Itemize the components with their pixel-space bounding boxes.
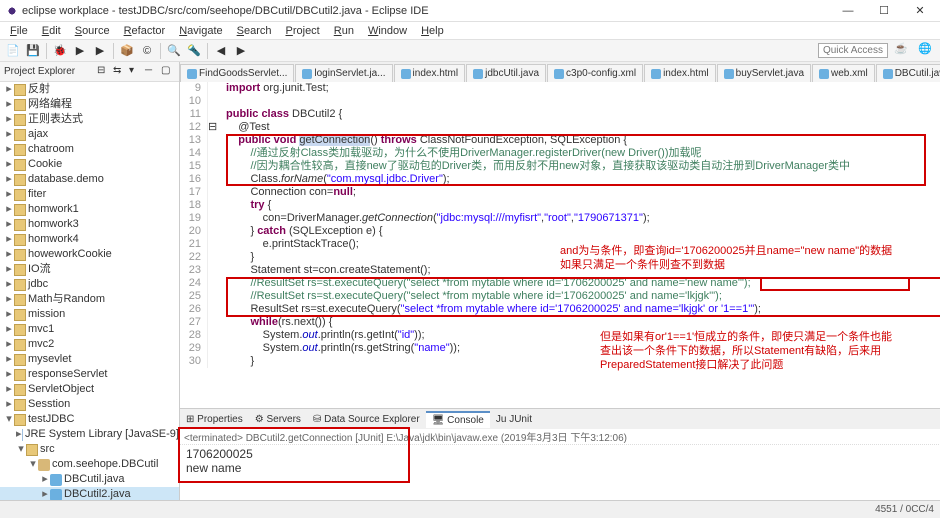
tree-item[interactable]: ▸homwork1 — [0, 202, 179, 217]
tree-item[interactable]: ▸Cookie — [0, 157, 179, 172]
new-class-icon[interactable]: © — [138, 42, 156, 60]
annotation-text-2: 但是如果有or'1==1'恒成立的条件，即使只满足一个条件也能 查出该一个条件下… — [600, 330, 892, 372]
open-type-icon[interactable]: 🔍 — [165, 42, 183, 60]
search-icon[interactable]: 🔦 — [185, 42, 203, 60]
bottom-tab-servers[interactable]: ⚙ Servers — [249, 412, 307, 427]
annotation-text-1: and为与条件，即查询id='1706200025并且name="new nam… — [560, 244, 892, 272]
new-icon[interactable]: 📄 — [4, 42, 22, 60]
tree-item[interactable]: ▾testJDBC — [0, 412, 179, 427]
editor-tab[interactable]: index.html — [644, 64, 716, 82]
tree-item[interactable]: ▸Math与Random — [0, 292, 179, 307]
link-editor-icon[interactable]: ⇆ — [113, 65, 127, 79]
maximize-button[interactable]: ☐ — [870, 2, 898, 20]
tree-item[interactable]: ▸mysevlet — [0, 352, 179, 367]
menu-refactor[interactable]: Refactor — [118, 24, 172, 38]
tree-item[interactable]: ▸jdbc — [0, 277, 179, 292]
save-icon[interactable]: 💾 — [24, 42, 42, 60]
tree-item[interactable]: ▸Sesstion — [0, 397, 179, 412]
tree-item[interactable]: ▸网络编程 — [0, 97, 179, 112]
editor-tab[interactable]: jdbcUtil.java — [466, 64, 546, 82]
tree-item[interactable]: ▸chatroom — [0, 142, 179, 157]
menu-run[interactable]: Run — [328, 24, 360, 38]
collapse-all-icon[interactable]: ⊟ — [97, 65, 111, 79]
tree-item[interactable]: ▸正则表达式 — [0, 112, 179, 127]
menu-window[interactable]: Window — [362, 24, 413, 38]
console-terminated-line: <terminated> DBCutil2.getConnection [JUn… — [180, 429, 940, 445]
tree-item[interactable]: ▸howeworkCookie — [0, 247, 179, 262]
menu-help[interactable]: Help — [415, 24, 450, 38]
run-icon[interactable]: ▶ — [71, 42, 89, 60]
console-output[interactable]: 1706200025 new name — [180, 445, 940, 500]
tree-item[interactable]: ▾com.seehope.DBCutil — [0, 457, 179, 472]
editor-tab[interactable]: FindGoodsServlet... — [180, 64, 294, 82]
menu-navigate[interactable]: Navigate — [173, 24, 228, 38]
window-title: eclipse workplace - testJDBC/src/com/see… — [22, 5, 834, 17]
menu-file[interactable]: File — [4, 24, 34, 38]
close-button[interactable]: ✕ — [906, 2, 934, 20]
bottom-tabs: ⊞ Properties⚙ Servers⛁ Data Source Explo… — [180, 409, 940, 429]
quick-access-input[interactable]: Quick Access — [818, 43, 888, 58]
tree-item[interactable]: ▸JRE System Library [JavaSE-9] — [0, 427, 179, 442]
tree-item[interactable]: ▸homwork4 — [0, 232, 179, 247]
console-line-1: 1706200025 — [186, 447, 940, 461]
minimize-button[interactable]: — — [834, 2, 862, 20]
tree-item[interactable]: ▸ajax — [0, 127, 179, 142]
menubar: FileEditSourceRefactorNavigateSearchProj… — [0, 22, 940, 40]
tree-item[interactable]: ▸IO流 — [0, 262, 179, 277]
eclipse-icon — [6, 5, 18, 17]
run-last-icon[interactable]: ▶ — [91, 42, 109, 60]
perspective-jee-icon[interactable]: 🌐 — [918, 42, 936, 60]
project-tree[interactable]: ▸反射▸网络编程▸正则表达式▸ajax▸chatroom▸Cookie▸data… — [0, 82, 179, 500]
menu-search[interactable]: Search — [231, 24, 278, 38]
editor-tab[interactable]: index.html — [394, 64, 466, 82]
menu-edit[interactable]: Edit — [36, 24, 67, 38]
editor-tab[interactable]: loginServlet.ja... — [295, 64, 392, 82]
tree-item[interactable]: ▾src — [0, 442, 179, 457]
main-toolbar: 📄 💾 🐞 ▶ ▶ 📦 © 🔍 🔦 ◀ ▶ Quick Access ☕ 🌐 — [0, 40, 940, 62]
back-icon[interactable]: ◀ — [212, 42, 230, 60]
tree-item[interactable]: ▸DBCutil.java — [0, 472, 179, 487]
tree-item[interactable]: ▸ServletObject — [0, 382, 179, 397]
tree-item[interactable]: ▸homwork3 — [0, 217, 179, 232]
debug-icon[interactable]: 🐞 — [51, 42, 69, 60]
bottom-tab-junit[interactable]: Ju JUnit — [490, 412, 538, 427]
tree-item[interactable]: ▸database.demo — [0, 172, 179, 187]
perspective-java-icon[interactable]: ☕ — [894, 42, 912, 60]
menu-source[interactable]: Source — [69, 24, 116, 38]
tree-item[interactable]: ▸反射 — [0, 82, 179, 97]
console-line-2: new name — [186, 461, 940, 475]
status-right: 4551 / 0CC/4 — [875, 504, 934, 515]
project-explorer-title: Project Explorer — [4, 66, 95, 77]
view-menu-icon[interactable]: ▾ — [129, 65, 143, 79]
bottom-tab-properties[interactable]: ⊞ Properties — [180, 412, 249, 427]
maximize-view-icon[interactable]: ▢ — [161, 65, 175, 79]
minimize-view-icon[interactable]: ─ — [145, 65, 159, 79]
forward-icon[interactable]: ▶ — [232, 42, 250, 60]
tree-item[interactable]: ▸mvc2 — [0, 337, 179, 352]
editor-tab[interactable]: c3p0-config.xml — [547, 64, 643, 82]
tree-item[interactable]: ▸fiter — [0, 187, 179, 202]
editor-tab[interactable]: buyServlet.java — [717, 64, 811, 82]
editor-tab[interactable]: DBCutil.java — [876, 64, 940, 82]
tree-item[interactable]: ▸DBCutil2.java — [0, 487, 179, 500]
editor-tabs: FindGoodsServlet...loginServlet.ja...ind… — [180, 62, 940, 82]
bottom-tab-console[interactable]: 🖥 Console — [426, 411, 490, 428]
menu-project[interactable]: Project — [280, 24, 326, 38]
code-editor[interactable]: 9import org.junit.Test;1011public class … — [180, 82, 940, 408]
editor-tab[interactable]: web.xml — [812, 64, 875, 82]
bottom-tab-data-source-explorer[interactable]: ⛁ Data Source Explorer — [307, 412, 426, 427]
tree-item[interactable]: ▸responseServlet — [0, 367, 179, 382]
new-package-icon[interactable]: 📦 — [118, 42, 136, 60]
tree-item[interactable]: ▸mission — [0, 307, 179, 322]
tree-item[interactable]: ▸mvc1 — [0, 322, 179, 337]
